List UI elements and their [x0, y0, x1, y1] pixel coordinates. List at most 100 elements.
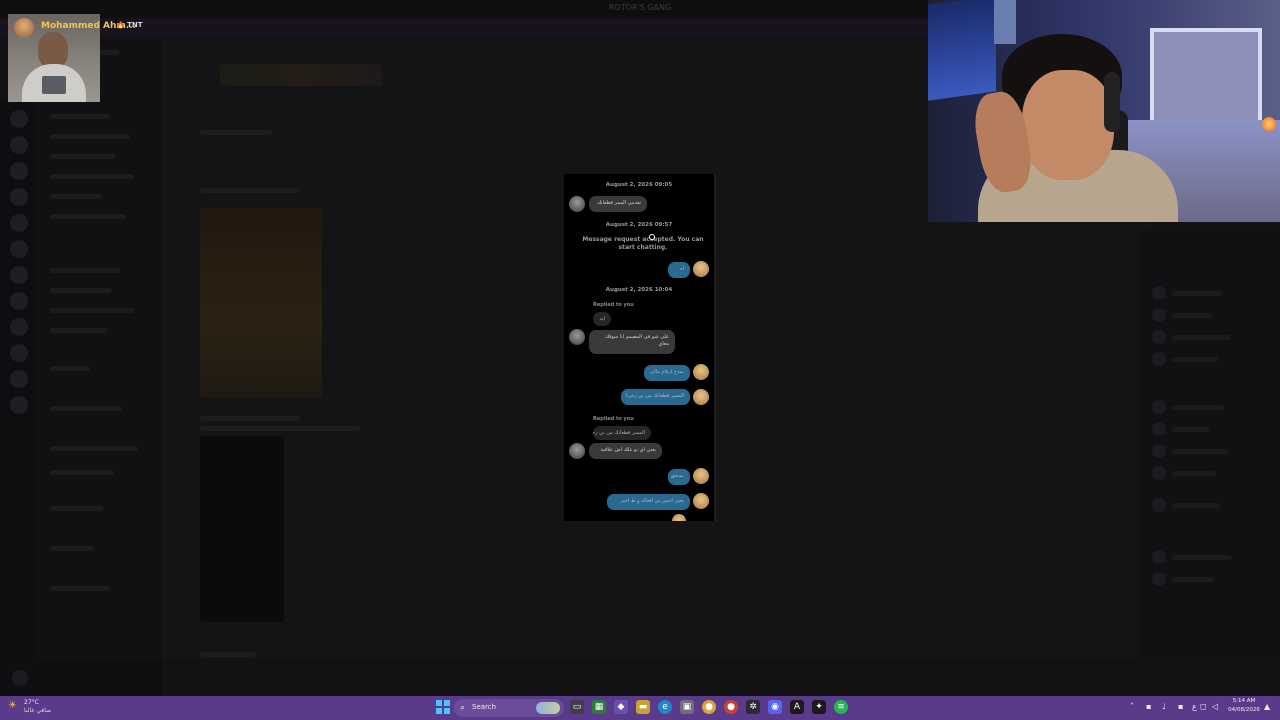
- windows-start-icon[interactable]: [436, 700, 450, 714]
- spotify-icon[interactable]: ≡: [834, 700, 848, 714]
- search-label: Search: [472, 703, 497, 711]
- search-icon: ⌕: [460, 703, 466, 713]
- weather-desc: صافي غالبا: [24, 707, 52, 714]
- embedded-screenshot[interactable]: [200, 436, 284, 622]
- member-avatar[interactable]: [1152, 444, 1166, 458]
- message-line: [200, 426, 360, 431]
- chat-date-divider: August 2, 2026 09:05: [605, 182, 673, 188]
- channel-item[interactable]: [50, 506, 104, 511]
- channel-item[interactable]: [50, 194, 102, 199]
- image-preview-modal[interactable]: August 2, 2026 09:05 تقدمي الممر قطعانك …: [564, 174, 716, 521]
- store-icon[interactable]: ▣: [680, 700, 694, 714]
- member-avatar[interactable]: [1152, 286, 1166, 300]
- server-icon[interactable]: [10, 162, 28, 180]
- embedded-image[interactable]: [200, 208, 322, 398]
- member-avatar[interactable]: [1152, 308, 1166, 322]
- member-avatar[interactable]: [1152, 330, 1166, 344]
- app-icon[interactable]: ▦: [592, 700, 606, 714]
- notification-bell-icon[interactable]: ▲: [1264, 701, 1270, 713]
- discord-icon[interactable]: ◉: [768, 700, 782, 714]
- channel-item[interactable]: [50, 308, 134, 313]
- member-avatar[interactable]: [1152, 466, 1166, 480]
- tray-overflow-icon[interactable]: ˄: [1130, 701, 1134, 713]
- channel-item[interactable]: [50, 328, 108, 333]
- member-avatar[interactable]: [1152, 352, 1166, 366]
- app-icon[interactable]: ✲: [746, 700, 760, 714]
- server-icon[interactable]: [10, 110, 28, 128]
- channel-item[interactable]: [50, 288, 112, 293]
- member-avatar[interactable]: [1152, 498, 1166, 512]
- tray-app-icon[interactable]: ▪: [1178, 701, 1183, 713]
- file-explorer-icon[interactable]: ▬: [636, 700, 650, 714]
- member-name: [1172, 427, 1210, 432]
- app-icon[interactable]: A: [790, 700, 804, 714]
- volume-icon[interactable]: ◁: [1212, 701, 1218, 713]
- message-line: [200, 188, 300, 193]
- channel-item[interactable]: [50, 470, 114, 475]
- channel-item[interactable]: [50, 366, 90, 371]
- clock-date[interactable]: 04/08/2026: [1224, 707, 1264, 713]
- channel-item[interactable]: [50, 154, 116, 159]
- user-avatar[interactable]: [12, 670, 28, 686]
- clock-time[interactable]: 5:14 AM: [1224, 698, 1264, 704]
- server-icon[interactable]: [10, 188, 28, 206]
- network-icon[interactable]: ◻: [1200, 701, 1207, 713]
- task-view-icon[interactable]: ▭: [570, 700, 584, 714]
- member-name: [1172, 313, 1212, 318]
- member-avatar[interactable]: [1152, 550, 1166, 564]
- wall-poster: [994, 0, 1016, 44]
- tray-app-icon[interactable]: ▪: [1146, 701, 1151, 713]
- server-icon[interactable]: [10, 136, 28, 154]
- channel-item[interactable]: [50, 586, 110, 591]
- microphone-icon[interactable]: ♩: [1162, 701, 1166, 713]
- channel-item[interactable]: [50, 114, 110, 119]
- member-name: [1172, 357, 1218, 362]
- embedded-image: [220, 64, 382, 86]
- chrome-icon[interactable]: ●: [702, 700, 716, 714]
- reply-label: Replied to you: [593, 302, 634, 308]
- speaker-tag-badge: 🔥 TNT: [116, 21, 143, 29]
- member-name: [1172, 335, 1230, 340]
- add-server-icon[interactable]: [10, 370, 28, 388]
- server-icon[interactable]: [10, 292, 28, 310]
- channel-item[interactable]: [50, 174, 134, 179]
- channel-item[interactable]: [50, 406, 122, 411]
- streamer-webcam: [928, 0, 1280, 222]
- user-avatar: [693, 389, 709, 405]
- server-icon[interactable]: [10, 344, 28, 362]
- member-name: [1172, 577, 1214, 582]
- channel-item[interactable]: [50, 546, 94, 551]
- headphone-icon: [1104, 72, 1120, 132]
- channel-item[interactable]: [50, 268, 120, 273]
- member-avatar[interactable]: [1152, 422, 1166, 436]
- member-avatar[interactable]: [1152, 400, 1166, 414]
- app-icon[interactable]: ✦: [812, 700, 826, 714]
- server-icon[interactable]: [10, 318, 28, 336]
- member-list: [1140, 230, 1280, 660]
- streamer-face: [1022, 70, 1114, 180]
- server-icon[interactable]: [10, 266, 28, 284]
- channel-item[interactable]: [50, 134, 130, 139]
- edge-browser-icon[interactable]: e: [658, 700, 672, 714]
- chat-date-divider: August 2, 2026 09:57: [605, 222, 673, 228]
- message-line: [200, 416, 300, 421]
- message-bubble-incoming: تقدمي الممر قطعانك: [589, 196, 647, 212]
- wall-poster: [928, 0, 996, 101]
- explore-icon[interactable]: [10, 396, 28, 414]
- server-rail: [0, 100, 36, 660]
- member-avatar[interactable]: [1152, 572, 1166, 586]
- contact-avatar: [569, 329, 585, 345]
- modal-scrollbar[interactable]: [714, 174, 716, 521]
- language-indicator[interactable]: ع: [1192, 701, 1197, 713]
- system-message: Message request accepted. You can start …: [582, 236, 704, 251]
- app-icon[interactable]: ●: [724, 700, 738, 714]
- channel-item[interactable]: [50, 446, 138, 451]
- app-icon[interactable]: ◆: [614, 700, 628, 714]
- user-avatar: [693, 493, 709, 509]
- message-bubble-incoming: على شو فى المصمم انا سوقك معاي: [589, 330, 675, 354]
- lamp-icon: [1262, 116, 1276, 132]
- server-icon[interactable]: [10, 240, 28, 258]
- channel-item[interactable]: [50, 214, 126, 219]
- server-icon[interactable]: [10, 214, 28, 232]
- taskbar-search[interactable]: ⌕ Search: [454, 699, 564, 717]
